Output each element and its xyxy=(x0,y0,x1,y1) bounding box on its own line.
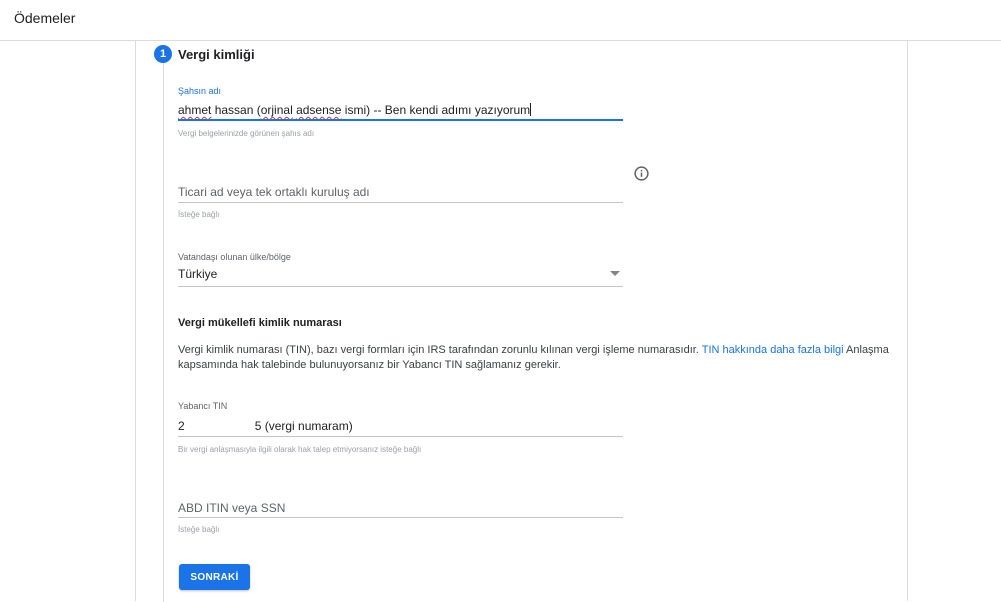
person-name-label: Şahsın adı xyxy=(178,86,222,96)
trade-name-helper: İsteğe bağlı xyxy=(178,210,220,219)
foreign-tin-underline xyxy=(178,436,623,437)
top-bar: Ödemeler xyxy=(0,0,1001,41)
citizenship-select[interactable]: Vatandaşı olunan ülke/bölge Türkiye xyxy=(178,252,623,288)
person-name-input[interactable]: ahmet hassan (orjinal adsense ismi) -- B… xyxy=(178,103,532,117)
next-button[interactable]: SONRAKİ xyxy=(179,564,250,590)
person-name-field[interactable]: Şahsın adı ahmet hassan (orjinal adsense… xyxy=(178,86,623,142)
foreign-tin-label: Yabancı TIN xyxy=(178,401,228,411)
redacted-region xyxy=(184,420,255,433)
citizenship-value: Türkiye xyxy=(178,267,218,281)
us-tin-helper: İsteğe bağlı xyxy=(178,525,220,534)
tin-learn-more-link[interactable]: TIN hakkında daha fazla bilgi xyxy=(702,344,844,356)
info-icon[interactable] xyxy=(634,166,649,181)
page-title: Ödemeler xyxy=(14,10,76,26)
foreign-tin-helper: Bir vergi anlaşmasıyla ilgili olarak hak… xyxy=(178,445,422,454)
citizenship-label: Vatandaşı olunan ülke/bölge xyxy=(178,252,291,262)
us-tin-input[interactable]: ABD ITIN veya SSN xyxy=(178,501,285,515)
text-caret xyxy=(530,103,532,116)
trade-name-underline xyxy=(178,202,623,203)
us-tin-underline xyxy=(178,517,623,518)
trade-name-input[interactable]: Ticari ad veya tek ortaklı kuruluş adı xyxy=(178,185,370,199)
tin-description: Vergi kimlik numarası (TIN), bazı vergi … xyxy=(178,344,889,371)
citizenship-underline xyxy=(178,286,623,287)
tin-section-heading: Vergi mükellefi kimlik numarası xyxy=(178,317,342,329)
step-title: Vergi kimliği xyxy=(178,47,255,62)
step-rail xyxy=(163,62,164,602)
person-name-underline xyxy=(178,119,623,121)
foreign-tin-input[interactable]: 25 (vergi numaram) xyxy=(178,419,353,433)
chevron-down-icon[interactable] xyxy=(610,271,620,276)
person-name-helper: Vergi belgelerinizde görünen şahıs adı xyxy=(178,129,315,138)
step-number-badge: 1 xyxy=(154,45,172,63)
trade-name-field[interactable]: Ticari ad veya tek ortaklı kuruluş adı İ… xyxy=(178,180,623,222)
us-tin-field[interactable]: ABD ITIN veya SSN İsteğe bağlı xyxy=(178,496,623,538)
foreign-tin-field[interactable]: Yabancı TIN 25 (vergi numaram) Bir vergi… xyxy=(178,401,623,457)
